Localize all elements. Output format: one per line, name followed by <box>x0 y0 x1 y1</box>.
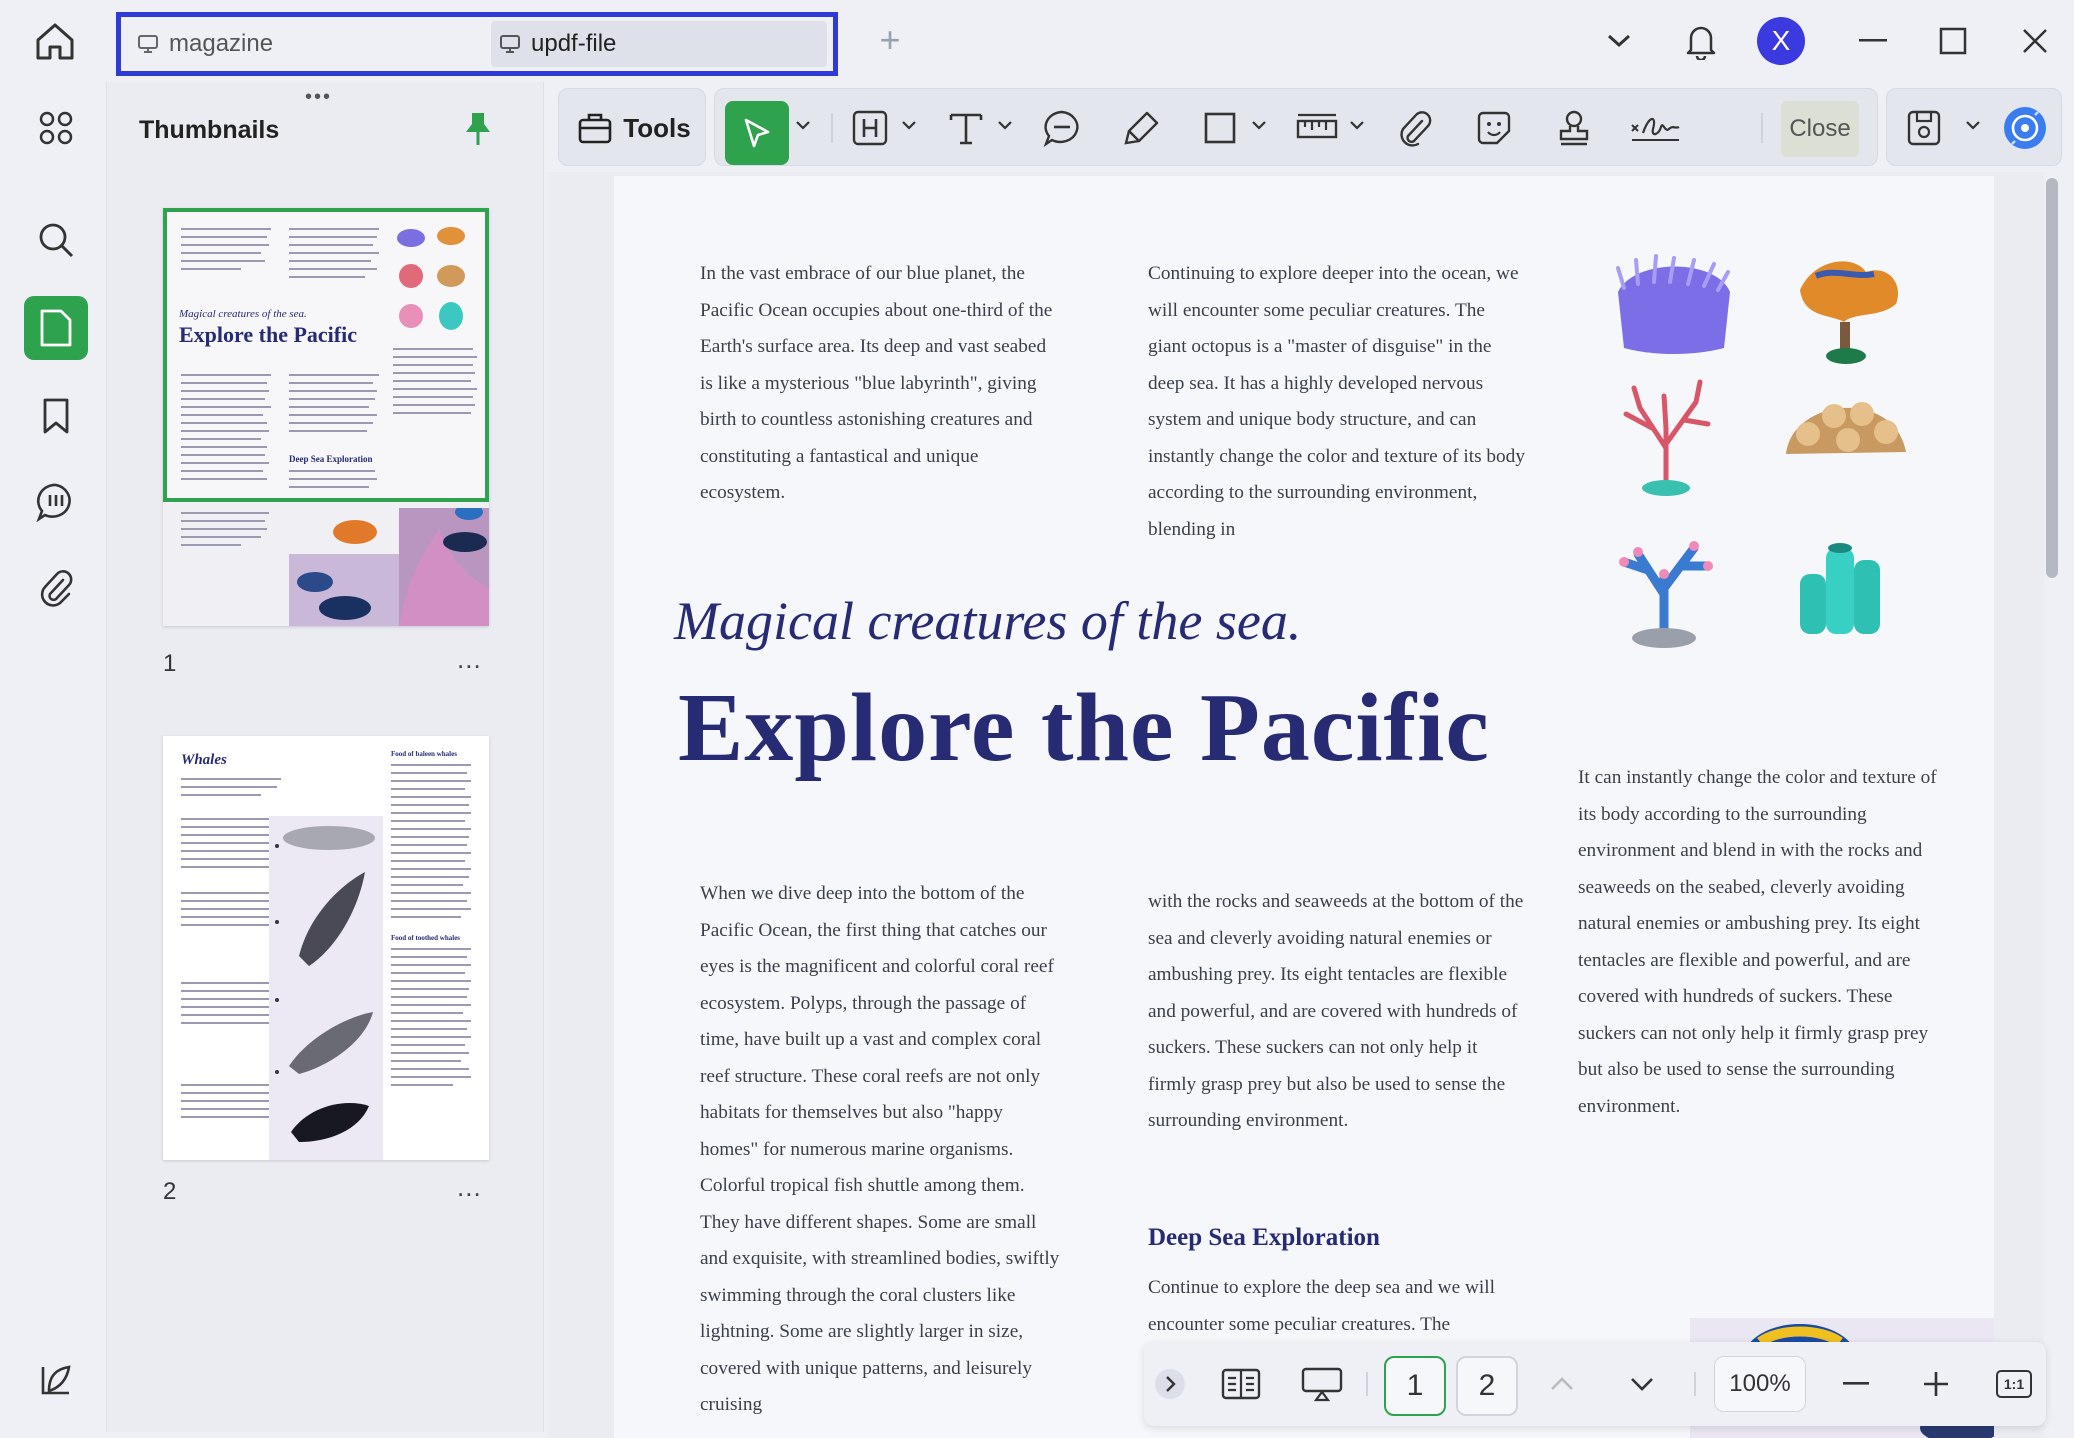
tab-magazine[interactable]: magazine <box>129 21 489 67</box>
new-tab-plus-icon[interactable]: + <box>872 22 908 58</box>
tools-group: Tools <box>558 88 706 166</box>
zoom-in-icon[interactable] <box>1916 1356 1956 1412</box>
thumb-whales-image <box>269 816 383 1160</box>
tab-list-chevron-icon[interactable] <box>1594 14 1644 68</box>
page-thumbnail-2[interactable]: Whales Food of baleen whales Food of too… <box>163 736 489 1160</box>
page-navigation-bar: 1 2 100% 1:1 <box>1144 1342 2046 1426</box>
presentation-icon[interactable] <box>1294 1356 1350 1412</box>
zoom-level-display[interactable]: 100% <box>1714 1356 1806 1412</box>
comment-tool-icon[interactable] <box>1037 103 1087 153</box>
section-heading: Deep Sea Exploration <box>1148 1224 1380 1251</box>
search-icon[interactable] <box>24 208 88 272</box>
vertical-scrollbar[interactable] <box>2046 178 2058 578</box>
page-layout-icon[interactable] <box>1216 1356 1266 1412</box>
thumb-section-heading: Food of toothed whales <box>391 934 461 942</box>
close-window-icon[interactable] <box>2010 14 2060 68</box>
shape-dropdown-chevron-icon[interactable] <box>1251 117 1267 135</box>
left-rail <box>8 82 104 1432</box>
measure-tool-icon[interactable] <box>1291 103 1343 153</box>
stamp-tool-icon[interactable] <box>1549 103 1599 153</box>
next-page-chevron-icon[interactable] <box>1622 1356 1662 1412</box>
text-tool-icon[interactable] <box>941 103 991 153</box>
select-tool-button[interactable] <box>725 101 789 165</box>
updf-logo-icon[interactable] <box>24 1348 88 1412</box>
page-2-button[interactable]: 2 <box>1456 1356 1518 1416</box>
zoom-out-icon[interactable] <box>1836 1356 1876 1412</box>
body-text-column-3: When we dive deep into the bottom of the… <box>700 883 1060 1415</box>
select-dropdown-chevron-icon[interactable] <box>795 117 811 135</box>
comments-icon[interactable] <box>24 470 88 534</box>
tab-label: updf-file <box>531 30 617 57</box>
tab-strip: magazine updf-file <box>116 12 838 76</box>
pin-icon[interactable] <box>463 110 493 153</box>
bookmark-icon[interactable] <box>24 384 88 448</box>
avatar-initial: X <box>1757 17 1805 65</box>
rectangle-tool-icon[interactable] <box>1195 103 1245 153</box>
sticker-tool-icon[interactable] <box>1469 103 1519 153</box>
actual-size-button[interactable]: 1:1 <box>1994 1356 2034 1412</box>
text-dropdown-chevron-icon[interactable] <box>997 117 1013 135</box>
panel-drag-handle[interactable]: ••• <box>305 86 332 109</box>
page-thumbnail-1[interactable]: Magical creatures of the sea. Explore th… <box>163 208 489 626</box>
corals-illustration <box>1604 248 1924 668</box>
home-icon[interactable] <box>30 16 80 66</box>
body-text-column-5: It can instantly change the color and te… <box>1578 767 1937 1117</box>
cursor-icon <box>744 118 770 148</box>
pdf-page: In the vast embrace of our blue planet, … <box>614 176 1994 1438</box>
bell-icon[interactable] <box>1676 14 1726 68</box>
annotation-tools-group: Close <box>714 88 1878 166</box>
close-tools-button[interactable]: Close <box>1781 101 1859 157</box>
tools-button[interactable]: Tools <box>573 103 695 153</box>
body-text-column-1: In the vast embrace of our blue planet, … <box>700 263 1053 503</box>
ai-assistant-icon[interactable] <box>1999 103 2051 153</box>
tab-updf-file[interactable]: updf-file <box>491 21 827 67</box>
page-more-options-icon[interactable]: ... <box>457 644 482 675</box>
save-dropdown-chevron-icon[interactable] <box>1965 117 1981 135</box>
tab-label: magazine <box>169 30 274 57</box>
highlighter-tool-icon[interactable] <box>1117 103 1167 153</box>
page-number-label: 1 <box>163 650 177 677</box>
heading-dropdown-chevron-icon[interactable] <box>901 117 917 135</box>
body-text-column-4: with the rocks and seaweeds at the botto… <box>1148 891 1524 1131</box>
thumbnails-panel: ••• Thumbnails Magical creatures of the … <box>106 82 544 1432</box>
expand-bar-chevron-icon[interactable] <box>1152 1356 1188 1412</box>
save-icon[interactable] <box>1899 103 1949 153</box>
article-title: Explore the Pacific <box>678 674 1490 782</box>
previous-page-chevron-icon[interactable] <box>1542 1356 1582 1412</box>
thumb-title: Whales <box>181 752 227 768</box>
minimize-icon[interactable] <box>1848 14 1898 68</box>
panel-title: Thumbnails <box>139 116 280 144</box>
heading-tool-icon[interactable] <box>845 103 895 153</box>
signature-tool-icon[interactable] <box>1625 103 1685 153</box>
apps-grid-icon[interactable] <box>24 96 88 160</box>
attachment-icon[interactable] <box>24 556 88 620</box>
actual-size-label: 1:1 <box>1996 1370 2032 1398</box>
page-more-options-icon[interactable]: ... <box>457 1172 482 1203</box>
toolbox-icon <box>578 113 612 144</box>
avatar[interactable]: X <box>1754 14 1808 68</box>
thumb-section-heading: Food of baleen whales <box>391 750 457 758</box>
page-1-button[interactable]: 1 <box>1384 1356 1446 1416</box>
monitor-icon <box>138 35 158 53</box>
body-text-column-6: Continue to explore the deep sea and we … <box>1148 1277 1495 1335</box>
tools-label: Tools <box>623 112 691 143</box>
measure-dropdown-chevron-icon[interactable] <box>1349 117 1365 135</box>
save-group <box>1886 88 2062 166</box>
article-subtitle: Magical creatures of the sea. <box>674 591 1302 651</box>
maximize-icon[interactable] <box>1928 14 1978 68</box>
toolbar: Tools Close <box>552 82 2068 172</box>
page-number-label: 2 <box>163 1178 177 1205</box>
title-bar: magazine updf-file + X <box>0 0 2074 82</box>
document-viewer[interactable]: In the vast embrace of our blue planet, … <box>548 172 2044 1438</box>
thumb-reef-image <box>289 504 489 626</box>
attach-file-tool-icon[interactable] <box>1389 103 1439 153</box>
monitor-icon <box>500 35 520 53</box>
thumbnail-selection-frame <box>163 208 489 502</box>
body-text-column-2: Continuing to explore deeper into the oc… <box>1148 263 1525 540</box>
thumbnails-icon[interactable] <box>24 296 88 360</box>
